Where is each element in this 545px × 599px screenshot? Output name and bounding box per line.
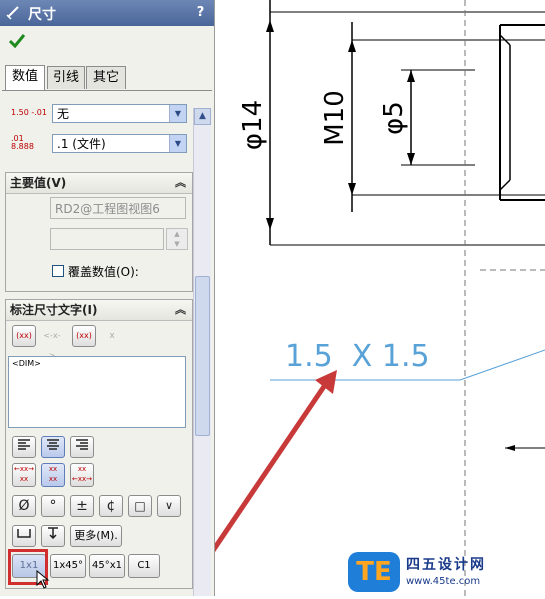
tolerance-type-value: 无: [57, 107, 70, 121]
dimension-icon: [6, 6, 19, 20]
collapse-icon[interactable]: ︽: [175, 173, 186, 193]
precision-select[interactable]: .1 (文件) ▼: [52, 134, 187, 153]
offset-text-button[interactable]: x: [100, 325, 124, 347]
dimension-text-header[interactable]: 标注尺寸文字(I) ︽: [6, 300, 192, 321]
inspection-dimension-button[interactable]: (xx): [72, 325, 96, 347]
ok-checkmark-icon[interactable]: [8, 32, 26, 50]
chevron-down-icon: ▼: [169, 105, 186, 122]
counterbore-symbol-button[interactable]: [12, 525, 36, 547]
align-right-button[interactable]: [70, 436, 94, 458]
chevron-down-icon: ▼: [169, 135, 186, 152]
tolerance-type-icon: 1.50 -.01: [11, 108, 47, 117]
format-c1-button[interactable]: C1: [128, 554, 160, 578]
dimension-text-title: 标注尺寸文字(I): [10, 303, 98, 317]
text-position-below-button[interactable]: xx ←xx→: [70, 463, 94, 487]
drawing-canvas[interactable]: φ14 M10 φ5 1.5 X 1.5: [207, 0, 545, 596]
value-spinner[interactable]: ▲ ▼: [166, 228, 188, 250]
primary-value-header[interactable]: 主要值(V) ︽: [6, 173, 192, 194]
dimension-text-area[interactable]: <DIM>: [8, 356, 186, 428]
more-symbols-button[interactable]: 更多(M).: [70, 525, 122, 547]
property-manager-panel: 尺寸 ? 数值 引线 其它 ▲ 1.50 -.01 无 ▼ .01 8.888 …: [0, 0, 215, 596]
precision-value: .1 (文件): [57, 137, 106, 151]
collapse-icon[interactable]: ︽: [175, 300, 186, 320]
diameter-symbol-button[interactable]: Ø: [12, 495, 36, 517]
square-symbol-button[interactable]: □: [128, 495, 152, 517]
chamfer-dimension-label[interactable]: 1.5 X 1.5: [285, 339, 430, 374]
panel-title: 尺寸: [28, 7, 56, 23]
logo-te-text: TE: [356, 557, 392, 587]
centerline-symbol-button[interactable]: ¢: [99, 495, 123, 517]
logo-url: www.45te.com: [406, 576, 481, 587]
primary-value-title: 主要值(V): [10, 176, 67, 190]
align-center-icon: [47, 439, 59, 450]
tab-divider: [2, 90, 212, 91]
help-icon[interactable]: ?: [193, 5, 208, 20]
align-center-button[interactable]: [41, 436, 65, 458]
center-dimension-button[interactable]: <-x->: [40, 325, 64, 360]
tab-other[interactable]: 其它: [86, 66, 126, 89]
tab-value[interactable]: 数值: [5, 65, 45, 90]
align-right-icon: [76, 439, 88, 450]
depth-icon: [48, 527, 58, 540]
logo-site-name: 四五设计网: [406, 557, 486, 573]
dimension-phi14-label[interactable]: φ14: [238, 100, 268, 150]
precision-icon: .01 8.888: [11, 134, 34, 151]
logo-mark: TE: [348, 552, 400, 592]
panel-titlebar: 尺寸 ?: [0, 0, 214, 26]
panel-scrollbar[interactable]: ▲: [193, 108, 211, 596]
dimension-m10-label[interactable]: M10: [320, 90, 350, 146]
mouse-cursor-icon: [36, 570, 50, 589]
scroll-up-icon[interactable]: ▲: [194, 108, 211, 125]
dimension-phi5-label[interactable]: φ5: [379, 101, 409, 135]
depth-symbol-button[interactable]: [41, 525, 65, 547]
tolerance-type-select[interactable]: 无 ▼: [52, 104, 187, 123]
dimension-reference-field[interactable]: RD2@工程图视图6: [50, 197, 186, 219]
dimension-value-field[interactable]: [50, 228, 164, 250]
more-symbols-dropdown-button[interactable]: ∨: [157, 495, 181, 517]
override-value-checkbox[interactable]: [52, 265, 64, 277]
format-1x45-button[interactable]: 1x45°: [50, 554, 86, 578]
text-position-above-button[interactable]: ←xx→ xx: [12, 463, 36, 487]
counterbore-icon: [17, 529, 31, 538]
add-parentheses-button[interactable]: (xx): [12, 325, 36, 347]
drawing-svg: φ14 M10 φ5 1.5 X 1.5: [207, 0, 545, 596]
plus-minus-symbol-button[interactable]: ±: [70, 495, 94, 517]
align-left-icon: [18, 439, 30, 450]
scroll-thumb[interactable]: [195, 276, 210, 436]
text-position-inline-button[interactable]: xx xx: [41, 463, 65, 487]
format-45x1-button[interactable]: 45°x1: [89, 554, 125, 578]
align-left-button[interactable]: [12, 436, 36, 458]
degree-symbol-button[interactable]: °: [41, 495, 65, 517]
override-value-label: 覆盖数值(O):: [68, 265, 139, 279]
tab-leader[interactable]: 引线: [47, 66, 85, 89]
site-logo: TE 四五设计网 www.45te.com: [348, 552, 520, 594]
